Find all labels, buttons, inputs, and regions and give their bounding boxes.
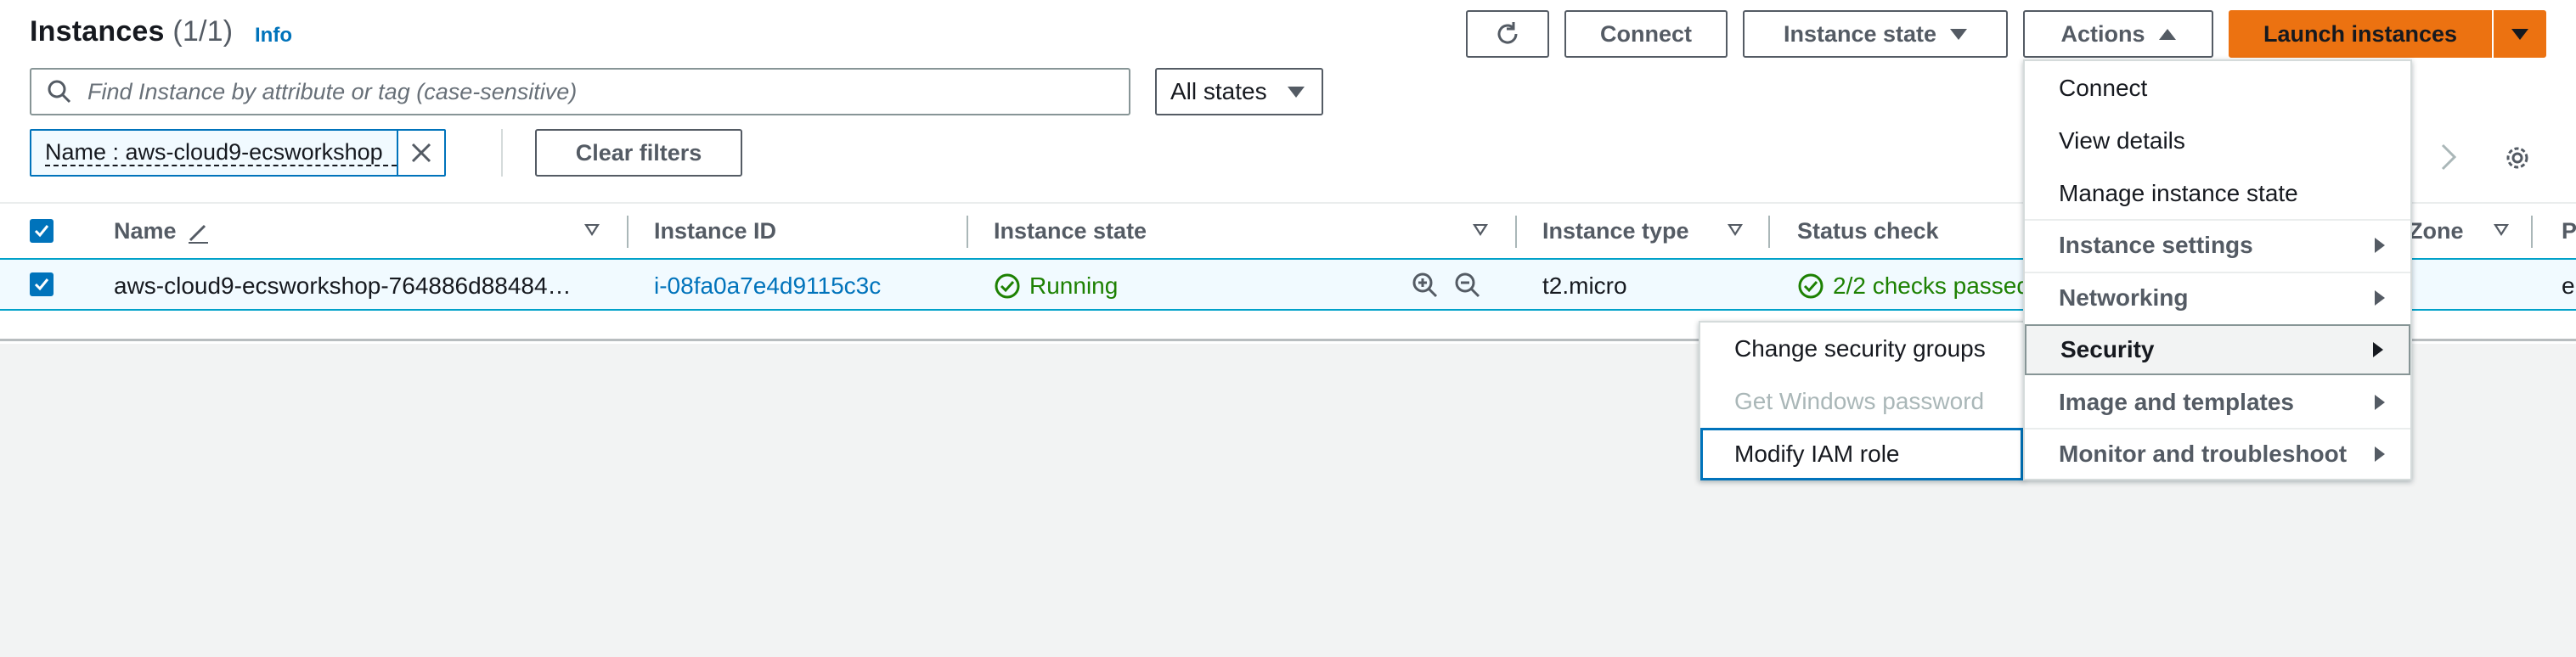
column-header-instance-state[interactable]: Instance state [994,216,1147,246]
actions-button[interactable]: Actions [2023,10,2213,58]
edit-icon [189,224,209,244]
column-divider[interactable] [1768,216,1770,248]
menu-item-change-security-groups[interactable]: Change security groups [1700,323,2023,375]
sort-icon[interactable] [2494,224,2509,236]
menu-item-instance-settings[interactable]: Instance settings [2025,219,2410,270]
column-header-partial[interactable]: P [2562,216,2576,246]
info-link[interactable]: Info [255,24,292,48]
caret-right-icon [2373,342,2383,357]
search-input[interactable] [87,78,1107,105]
instance-state-button[interactable]: Instance state [1743,10,2008,58]
checkmark-icon [34,225,49,238]
partial-cell: e [2562,272,2575,299]
caret-down-icon [1288,86,1305,98]
select-all-checkbox[interactable] [30,219,54,243]
states-select[interactable]: All states [1155,68,1323,115]
checkmark-icon [34,278,49,291]
column-header-instance-type[interactable]: Instance type [1542,216,1689,246]
menu-item-label: Security [2060,336,2155,362]
next-page-button[interactable] [2439,143,2458,176]
refresh-button[interactable] [1466,10,1549,58]
instance-count: (1/1) [172,15,234,48]
search-field[interactable] [30,68,1130,115]
zoom-in-button[interactable] [1412,272,1439,306]
page-title-text: Instances [30,15,165,48]
check-circle-icon [1798,273,1823,299]
menu-item-get-windows-password: Get Windows password [1734,388,1985,414]
clear-filters-button[interactable]: Clear filters [535,129,742,177]
chevron-right-icon [2441,143,2457,171]
column-header-name[interactable]: Name [114,216,210,246]
connect-button[interactable]: Connect [1564,10,1728,58]
menu-item-label: View details [2059,127,2185,154]
column-header-status-check[interactable]: Status check [1797,216,1939,246]
sort-icon[interactable] [1473,224,1488,236]
caret-up-icon [2158,28,2176,40]
menu-item-label: Monitor and troubleshoot [2059,441,2348,467]
preferences-button[interactable] [2502,143,2533,177]
clear-filters-label: Clear filters [575,139,702,166]
close-icon [411,143,431,163]
column-divider[interactable] [2531,216,2533,248]
security-submenu: Change security groups Get Windows passw… [1699,321,2025,480]
launch-instances-button[interactable]: Launch instances [2229,10,2492,58]
menu-item-label: Connect [2059,75,2148,101]
caret-right-icon [2375,446,2385,462]
menu-item-connect[interactable]: Connect [2025,63,2410,114]
status-check-cell: 2/2 checks passed [1797,272,2030,300]
row-checkbox[interactable] [30,272,54,296]
refresh-icon [1497,22,1518,44]
column-divider[interactable] [627,216,628,248]
menu-item-monitor-and-troubleshoot[interactable]: Monitor and troubleshoot [2025,428,2410,479]
instance-state-cell: Running [994,272,1118,300]
caret-down-icon [2511,28,2528,40]
caret-right-icon [2375,395,2385,410]
menu-item-view-details[interactable]: View details [2025,115,2410,166]
remove-filter-button[interactable] [396,131,444,175]
filter-divider [501,129,503,177]
zoom-out-button[interactable] [1454,272,1481,306]
menu-item-label: Instance settings [2059,232,2253,258]
actions-menu: Connect View details Manage instance sta… [2023,59,2412,480]
column-divider[interactable] [967,216,968,248]
launch-dropdown-button[interactable] [2494,10,2546,58]
menu-item-label: Networking [2059,284,2189,311]
menu-item-label: Image and templates [2059,389,2294,415]
column-header-zone[interactable]: Zone [2409,216,2464,246]
menu-item-security[interactable]: Security [2025,324,2410,375]
menu-item-label: Manage instance state [2059,180,2298,206]
check-circle-icon [995,273,1020,299]
sort-icon[interactable] [584,224,600,236]
menu-item-networking[interactable]: Networking [2025,272,2410,323]
caret-right-icon [2375,290,2385,306]
gear-icon [2506,147,2528,169]
filter-token-label: Name : aws-cloud9-ecsworkshop [45,139,397,166]
search-icon [48,80,71,104]
menu-item-manage-instance-state[interactable]: Manage instance state [2025,168,2410,219]
menu-item-modify-iam-role[interactable]: Modify IAM role [1700,428,2023,480]
column-header-name-label: Name [114,218,177,244]
caret-right-icon [2375,238,2385,253]
status-check-value: 2/2 checks passed [1833,272,2030,299]
zoom-out-icon [1455,272,1480,298]
launch-instances-label: Launch instances [2263,20,2458,47]
zoom-in-icon [1412,272,1438,298]
sort-icon[interactable] [1728,224,1743,236]
actions-button-label: Actions [2060,20,2145,47]
column-header-instance-id[interactable]: Instance ID [654,216,776,246]
caret-down-icon [1950,28,1968,40]
instance-state-button-label: Instance state [1783,20,1937,47]
instance-id-link[interactable]: i-08fa0a7e4d9115c3c [654,272,881,300]
connect-button-label: Connect [1600,20,1692,47]
instance-state-value: Running [1029,272,1119,299]
column-divider[interactable] [1515,216,1517,248]
instance-type-value: t2.micro [1542,272,1627,299]
page-title: Instances (1/1) [30,15,233,48]
menu-item-image-and-templates[interactable]: Image and templates [2025,377,2410,428]
instance-name: aws-cloud9-ecsworkshop-764886d88484… [114,272,572,299]
filter-token[interactable]: Name : aws-cloud9-ecsworkshop [30,129,446,177]
states-select-value: All states [1170,78,1267,104]
